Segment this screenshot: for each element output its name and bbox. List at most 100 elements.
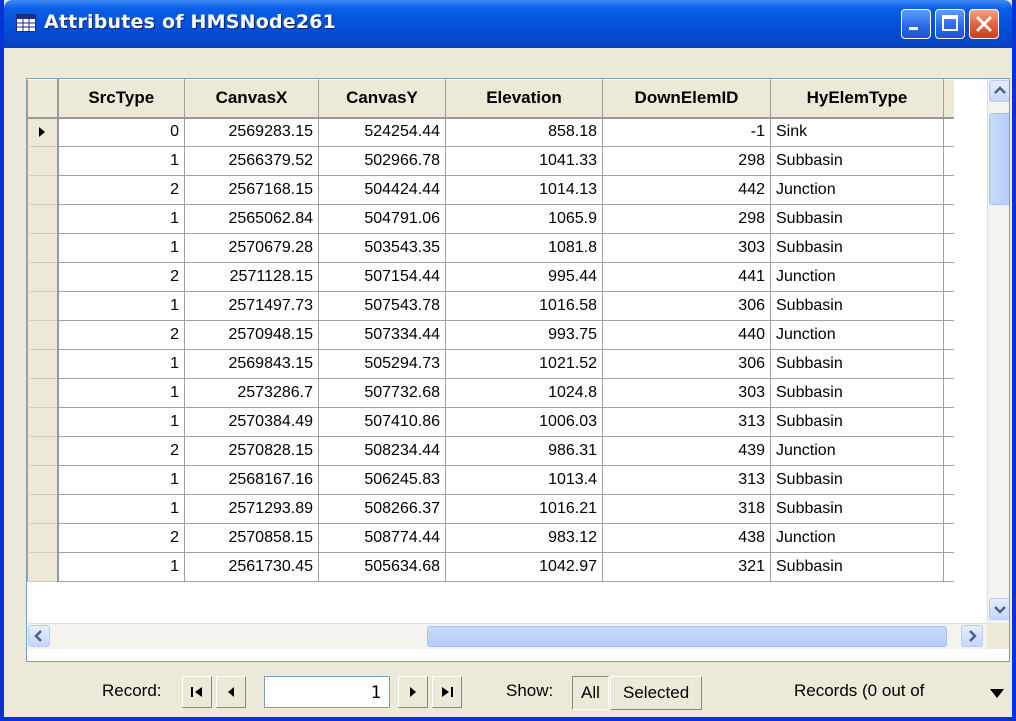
cell-hyelemtype[interactable]: Subbasin [770, 349, 944, 379]
cell-canvasx[interactable]: 2570948.15 [184, 320, 319, 350]
cell-elevation[interactable]: 986.31 [445, 436, 603, 466]
column-header-elevation[interactable]: Elevation [445, 79, 603, 119]
close-button[interactable] [969, 9, 999, 39]
cell-srctype[interactable]: 1 [57, 291, 185, 321]
title-bar[interactable]: Attributes of HMSNode261 [4, 0, 1012, 48]
cell-srctype[interactable]: 1 [57, 465, 185, 495]
cell-elevation[interactable]: 1013.4 [445, 465, 603, 495]
row-selector[interactable] [27, 552, 59, 582]
cell-hyelemtype[interactable]: Subbasin [770, 233, 944, 263]
row-selector-header[interactable] [27, 79, 59, 119]
row-selector[interactable] [27, 233, 59, 263]
cell-elevation[interactable]: 1024.8 [445, 378, 603, 408]
cell-downelemid[interactable]: 306 [602, 291, 771, 321]
cell-hyelemtype[interactable]: Subbasin [770, 378, 944, 408]
table-row[interactable]: 1 2571497.73 507543.78 1016.58 306 Subbasin [27, 291, 954, 321]
column-header-canvasx[interactable]: CanvasX [184, 79, 319, 119]
cell-elevation[interactable]: 1065.9 [445, 204, 603, 234]
row-selector[interactable] [27, 262, 59, 292]
cell-canvasy[interactable]: 507334.44 [318, 320, 446, 350]
cell-elevation[interactable]: 1081.8 [445, 233, 603, 263]
row-selector[interactable] [27, 378, 59, 408]
cell-canvasy[interactable]: 506245.83 [318, 465, 446, 495]
cell-srctype[interactable]: 2 [57, 320, 185, 350]
cell-downelemid[interactable]: 442 [602, 175, 771, 205]
column-header-downelemid[interactable]: DownElemID [602, 79, 771, 119]
cell-elevation[interactable]: 1016.58 [445, 291, 603, 321]
cell-downelemid[interactable]: 313 [602, 465, 771, 495]
cell-canvasx[interactable]: 2571497.73 [184, 291, 319, 321]
cell-srctype[interactable]: 1 [57, 407, 185, 437]
cell-canvasy[interactable]: 502966.78 [318, 146, 446, 176]
cell-srctype[interactable]: 2 [57, 436, 185, 466]
cell-elevation[interactable]: 995.44 [445, 262, 603, 292]
cell-hyelemtype[interactable]: Sink [770, 117, 944, 147]
cell-srctype[interactable]: 1 [57, 494, 185, 524]
horizontal-scroll-thumb[interactable] [427, 626, 947, 647]
cell-canvasx[interactable]: 2570828.15 [184, 436, 319, 466]
cell-canvasx[interactable]: 2571128.15 [184, 262, 319, 292]
maximize-button[interactable] [935, 9, 965, 39]
cell-canvasx[interactable]: 2570384.49 [184, 407, 319, 437]
table-row[interactable]: 2 2567168.15 504424.44 1014.13 442 Junction [27, 175, 954, 205]
cell-elevation[interactable]: 858.18 [445, 117, 603, 147]
row-selector[interactable] [27, 407, 59, 437]
cell-srctype[interactable]: 1 [57, 204, 185, 234]
cell-elevation[interactable]: 1042.97 [445, 552, 603, 582]
cell-canvasx[interactable]: 2570858.15 [184, 523, 319, 553]
cell-canvasy[interactable]: 508774.44 [318, 523, 446, 553]
cell-srctype[interactable]: 1 [57, 233, 185, 263]
cell-srctype[interactable]: 1 [57, 349, 185, 379]
vertical-scrollbar[interactable] [987, 79, 1009, 623]
cell-hyelemtype[interactable]: Subbasin [770, 146, 944, 176]
cell-downelemid[interactable]: 321 [602, 552, 771, 582]
table-row[interactable]: 1 2565062.84 504791.06 1065.9 298 Subbasin [27, 204, 954, 234]
table-row[interactable]: 2 2570858.15 508774.44 983.12 438 Junction [27, 523, 954, 553]
row-selector[interactable] [27, 320, 59, 350]
table-row[interactable]: 0 2569283.15 524254.44 858.18 -1 Sink [27, 117, 954, 147]
cell-canvasy[interactable]: 507543.78 [318, 291, 446, 321]
cell-canvasy[interactable]: 507410.86 [318, 407, 446, 437]
row-selector[interactable] [27, 175, 59, 205]
previous-record-button[interactable] [216, 676, 246, 708]
cell-canvasx[interactable]: 2561730.45 [184, 552, 319, 582]
cell-hyelemtype[interactable]: Subbasin [770, 465, 944, 495]
cell-downelemid[interactable]: 303 [602, 378, 771, 408]
row-selector[interactable] [27, 494, 59, 524]
options-button[interactable] [984, 680, 1010, 706]
first-record-button[interactable] [182, 676, 212, 708]
table-row[interactable]: 2 2571128.15 507154.44 995.44 441 Junction [27, 262, 954, 292]
minimize-button[interactable] [901, 9, 931, 39]
record-number-input[interactable]: 1 [264, 676, 390, 708]
vertical-scroll-thumb[interactable] [989, 113, 1009, 205]
cell-hyelemtype[interactable]: Subbasin [770, 204, 944, 234]
cell-downelemid[interactable]: 440 [602, 320, 771, 350]
table-row[interactable]: 1 2569843.15 505294.73 1021.52 306 Subbasin [27, 349, 954, 379]
column-header-hyelemtype[interactable]: HyElemType [770, 79, 944, 119]
cell-elevation[interactable]: 1014.13 [445, 175, 603, 205]
last-record-button[interactable] [432, 676, 462, 708]
cell-elevation[interactable]: 993.75 [445, 320, 603, 350]
cell-downelemid[interactable]: 318 [602, 494, 771, 524]
table-row[interactable]: 1 2573286.7 507732.68 1024.8 303 Subbasin [27, 378, 954, 408]
cell-downelemid[interactable]: 438 [602, 523, 771, 553]
cell-elevation[interactable]: 1041.33 [445, 146, 603, 176]
cell-hyelemtype[interactable]: Junction [770, 436, 944, 466]
row-selector[interactable] [27, 204, 59, 234]
table-row[interactable]: 1 2570679.28 503543.35 1081.8 303 Subbasin [27, 233, 954, 263]
cell-hyelemtype[interactable]: Subbasin [770, 291, 944, 321]
cell-hyelemtype[interactable]: Junction [770, 320, 944, 350]
table-row[interactable]: 2 2570828.15 508234.44 986.31 439 Junction [27, 436, 954, 466]
cell-srctype[interactable]: 2 [57, 523, 185, 553]
cell-srctype[interactable]: 2 [57, 262, 185, 292]
cell-canvasx[interactable]: 2568167.16 [184, 465, 319, 495]
cell-hyelemtype[interactable]: Junction [770, 523, 944, 553]
cell-srctype[interactable]: 1 [57, 552, 185, 582]
cell-canvasx[interactable]: 2570679.28 [184, 233, 319, 263]
scroll-left-button[interactable] [28, 625, 50, 647]
cell-hyelemtype[interactable]: Junction [770, 175, 944, 205]
table-row[interactable]: 1 2561730.45 505634.68 1042.97 321 Subbasin [27, 552, 954, 582]
row-selector[interactable] [27, 146, 59, 176]
table-row[interactable]: 2 2570948.15 507334.44 993.75 440 Junction [27, 320, 954, 350]
row-selector[interactable] [27, 349, 59, 379]
